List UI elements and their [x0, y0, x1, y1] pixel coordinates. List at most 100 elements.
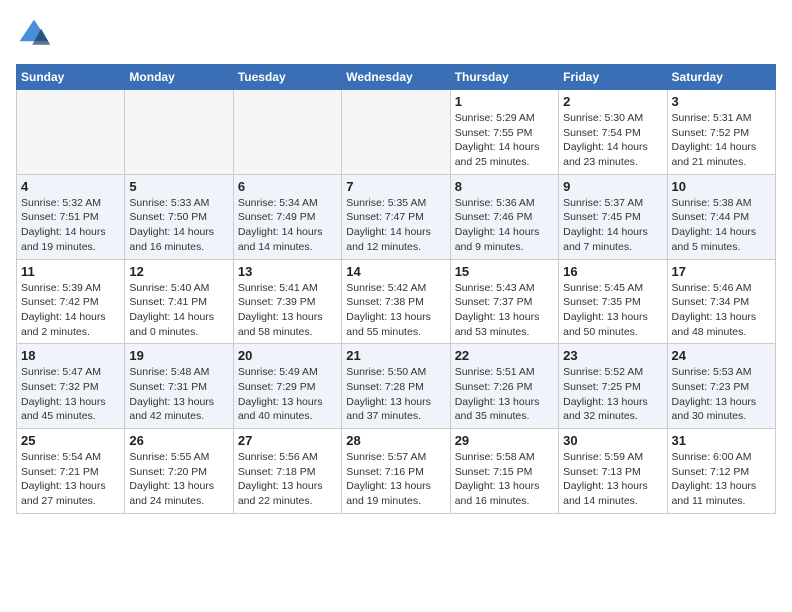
calendar-cell: 5Sunrise: 5:33 AM Sunset: 7:50 PM Daylig… — [125, 174, 233, 259]
weekday-header-thursday: Thursday — [450, 65, 558, 90]
calendar-cell: 16Sunrise: 5:45 AM Sunset: 7:35 PM Dayli… — [559, 259, 667, 344]
calendar-cell: 30 Sunrise: 5:59 AM Sunset: 7:13 PM Dayli… — [559, 429, 667, 514]
day-number: 12 — [129, 264, 228, 279]
calendar-cell: 14 Sunrise: 5:42 AM Sunset: 7:38 PM Dayli… — [342, 259, 450, 344]
calendar-cell: 1 Sunrise: 5:29 AM Sunset: 7:55 PM Daylig… — [450, 90, 558, 175]
day-info: Sunrise: 5:32 AM Sunset: 7:51 PM Dayligh… — [21, 196, 120, 255]
calendar-cell: 6 Sunrise: 5:34 AM Sunset: 7:49 PM Daylig… — [233, 174, 341, 259]
day-info: Sunrise: 5:35 AM Sunset: 7:47 PM Dayligh… — [346, 196, 445, 255]
day-number: 9 — [563, 179, 662, 194]
day-number: 15 — [455, 264, 554, 279]
day-number: 26 — [129, 433, 228, 448]
calendar-cell: 13Sunrise: 5:41 AM Sunset: 7:39 PM Dayli… — [233, 259, 341, 344]
day-info: Sunrise: 5:55 AM Sunset: 7:20 PM Dayligh… — [129, 450, 228, 509]
calendar-cell: 8 Sunrise: 5:36 AM Sunset: 7:46 PM Daylig… — [450, 174, 558, 259]
calendar-week-1: 1 Sunrise: 5:29 AM Sunset: 7:55 PM Daylig… — [17, 90, 776, 175]
weekday-header-sunday: Sunday — [17, 65, 125, 90]
day-number: 14 — [346, 264, 445, 279]
calendar-cell: 4 Sunrise: 5:32 AM Sunset: 7:51 PM Daylig… — [17, 174, 125, 259]
calendar-cell: 17Sunrise: 5:46 AM Sunset: 7:34 PM Dayli… — [667, 259, 775, 344]
day-number: 23 — [563, 348, 662, 363]
day-info: Sunrise: 5:49 AM Sunset: 7:29 PM Dayligh… — [238, 365, 337, 424]
calendar-cell: 31 Sunrise: 6:00 AM Sunset: 7:12 PM Dayli… — [667, 429, 775, 514]
day-info: Sunrise: 5:36 AM Sunset: 7:46 PM Dayligh… — [455, 196, 554, 255]
day-info: Sunrise: 5:48 AM Sunset: 7:31 PM Dayligh… — [129, 365, 228, 424]
day-info: Sunrise: 5:52 AM Sunset: 7:25 PM Dayligh… — [563, 365, 662, 424]
calendar-cell — [125, 90, 233, 175]
day-info: Sunrise: 5:56 AM Sunset: 7:18 PM Dayligh… — [238, 450, 337, 509]
day-info: Sunrise: 5:38 AM Sunset: 7:44 PM Dayligh… — [672, 196, 771, 255]
calendar-cell — [17, 90, 125, 175]
day-number: 3 — [672, 94, 771, 109]
day-info: Sunrise: 5:40 AM Sunset: 7:41 PM Dayligh… — [129, 281, 228, 340]
page-header — [16, 16, 776, 52]
calendar-week-2: 4 Sunrise: 5:32 AM Sunset: 7:51 PM Daylig… — [17, 174, 776, 259]
day-info: Sunrise: 5:50 AM Sunset: 7:28 PM Dayligh… — [346, 365, 445, 424]
calendar-table: SundayMondayTuesdayWednesdayThursdayFrid… — [16, 64, 776, 514]
day-info: Sunrise: 5:30 AM Sunset: 7:54 PM Dayligh… — [563, 111, 662, 170]
day-info: Sunrise: 5:41 AM Sunset: 7:39 PM Dayligh… — [238, 281, 337, 340]
day-info: Sunrise: 5:42 AM Sunset: 7:38 PM Dayligh… — [346, 281, 445, 340]
day-number: 2 — [563, 94, 662, 109]
logo-icon — [16, 16, 52, 52]
calendar-cell: 26 Sunrise: 5:55 AM Sunset: 7:20 PM Dayli… — [125, 429, 233, 514]
weekday-header-tuesday: Tuesday — [233, 65, 341, 90]
day-number: 27 — [238, 433, 337, 448]
calendar-cell: 27 Sunrise: 5:56 AM Sunset: 7:18 PM Dayli… — [233, 429, 341, 514]
calendar-cell: 23 Sunrise: 5:52 AM Sunset: 7:25 PM Dayli… — [559, 344, 667, 429]
day-info: Sunrise: 5:57 AM Sunset: 7:16 PM Dayligh… — [346, 450, 445, 509]
day-number: 1 — [455, 94, 554, 109]
day-number: 21 — [346, 348, 445, 363]
calendar-cell: 29 Sunrise: 5:58 AM Sunset: 7:15 PM Dayli… — [450, 429, 558, 514]
calendar-cell — [342, 90, 450, 175]
day-number: 22 — [455, 348, 554, 363]
day-number: 31 — [672, 433, 771, 448]
calendar-cell: 3 Sunrise: 5:31 AM Sunset: 7:52 PM Daylig… — [667, 90, 775, 175]
calendar-cell: 20 Sunrise: 5:49 AM Sunset: 7:29 PM Dayli… — [233, 344, 341, 429]
day-number: 18 — [21, 348, 120, 363]
calendar-cell: 22 Sunrise: 5:51 AM Sunset: 7:26 PM Dayli… — [450, 344, 558, 429]
calendar-cell: 9 Sunrise: 5:37 AM Sunset: 7:45 PM Daylig… — [559, 174, 667, 259]
calendar-cell: 24Sunrise: 5:53 AM Sunset: 7:23 PM Dayli… — [667, 344, 775, 429]
calendar-cell: 18 Sunrise: 5:47 AM Sunset: 7:32 PM Dayli… — [17, 344, 125, 429]
weekday-header-wednesday: Wednesday — [342, 65, 450, 90]
day-number: 19 — [129, 348, 228, 363]
calendar-cell: 11 Sunrise: 5:39 AM Sunset: 7:42 PM Dayli… — [17, 259, 125, 344]
logo — [16, 16, 58, 52]
weekday-header-saturday: Saturday — [667, 65, 775, 90]
day-number: 20 — [238, 348, 337, 363]
day-number: 4 — [21, 179, 120, 194]
calendar-cell: 19 Sunrise: 5:48 AM Sunset: 7:31 PM Dayli… — [125, 344, 233, 429]
calendar-cell: 10 Sunrise: 5:38 AM Sunset: 7:44 PM Dayli… — [667, 174, 775, 259]
day-number: 24 — [672, 348, 771, 363]
day-info: Sunrise: 5:37 AM Sunset: 7:45 PM Dayligh… — [563, 196, 662, 255]
day-info: Sunrise: 5:34 AM Sunset: 7:49 PM Dayligh… — [238, 196, 337, 255]
day-info: Sunrise: 5:43 AM Sunset: 7:37 PM Dayligh… — [455, 281, 554, 340]
day-info: Sunrise: 5:46 AM Sunset: 7:34 PM Dayligh… — [672, 281, 771, 340]
calendar-cell — [233, 90, 341, 175]
day-number: 8 — [455, 179, 554, 194]
day-info: Sunrise: 5:58 AM Sunset: 7:15 PM Dayligh… — [455, 450, 554, 509]
calendar-week-3: 11 Sunrise: 5:39 AM Sunset: 7:42 PM Dayli… — [17, 259, 776, 344]
day-number: 10 — [672, 179, 771, 194]
day-number: 25 — [21, 433, 120, 448]
day-info: Sunrise: 5:29 AM Sunset: 7:55 PM Dayligh… — [455, 111, 554, 170]
day-info: Sunrise: 5:39 AM Sunset: 7:42 PM Dayligh… — [21, 281, 120, 340]
day-info: Sunrise: 5:47 AM Sunset: 7:32 PM Dayligh… — [21, 365, 120, 424]
day-number: 5 — [129, 179, 228, 194]
weekday-header-friday: Friday — [559, 65, 667, 90]
calendar-week-5: 25 Sunrise: 5:54 AM Sunset: 7:21 PM Dayli… — [17, 429, 776, 514]
day-number: 16 — [563, 264, 662, 279]
day-number: 11 — [21, 264, 120, 279]
day-info: Sunrise: 5:51 AM Sunset: 7:26 PM Dayligh… — [455, 365, 554, 424]
day-info: Sunrise: 5:31 AM Sunset: 7:52 PM Dayligh… — [672, 111, 771, 170]
day-info: Sunrise: 5:54 AM Sunset: 7:21 PM Dayligh… — [21, 450, 120, 509]
weekday-header-row: SundayMondayTuesdayWednesdayThursdayFrid… — [17, 65, 776, 90]
calendar-cell: 21 Sunrise: 5:50 AM Sunset: 7:28 PM Dayli… — [342, 344, 450, 429]
calendar-cell: 25 Sunrise: 5:54 AM Sunset: 7:21 PM Dayli… — [17, 429, 125, 514]
day-info: Sunrise: 5:59 AM Sunset: 7:13 PM Dayligh… — [563, 450, 662, 509]
day-info: Sunrise: 6:00 AM Sunset: 7:12 PM Dayligh… — [672, 450, 771, 509]
day-number: 29 — [455, 433, 554, 448]
day-number: 6 — [238, 179, 337, 194]
day-number: 30 — [563, 433, 662, 448]
